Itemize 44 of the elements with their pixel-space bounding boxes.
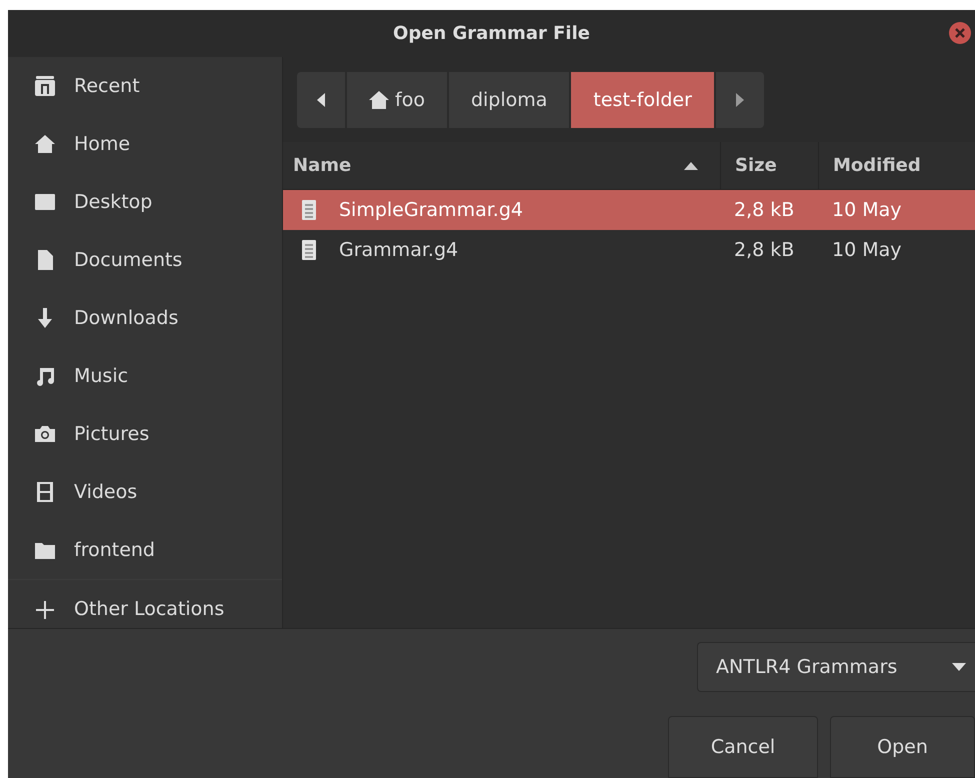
- home-icon: [34, 133, 56, 155]
- file-date: 10 May: [831, 239, 902, 261]
- open-button[interactable]: Open: [830, 716, 975, 778]
- file-row[interactable]: SimpleGrammar.g4 2,8 kB 10 May: [283, 190, 975, 230]
- file-date: 10 May: [831, 199, 902, 221]
- sort-ascending-icon: [684, 162, 698, 170]
- sidebar-item[interactable]: Desktop: [8, 173, 282, 231]
- caret-icon: [951, 662, 967, 672]
- close-button[interactable]: [949, 22, 971, 44]
- column-header[interactable]: Modified: [818, 142, 975, 189]
- sidebar-item[interactable]: Music: [8, 347, 282, 405]
- file-icon: [301, 199, 317, 221]
- recent-icon: [34, 75, 56, 97]
- music-icon: [34, 365, 56, 387]
- column-header[interactable]: Size: [720, 142, 818, 189]
- sidebar-item[interactable]: Documents: [8, 231, 282, 289]
- file-row[interactable]: Grammar.g4 2,8 kB 10 May: [283, 230, 975, 270]
- cancel-button[interactable]: Cancel: [668, 716, 818, 778]
- file-name: SimpleGrammar.g4: [339, 199, 523, 221]
- path-button[interactable]: foo: [347, 72, 447, 128]
- file-size: 2,8 kB: [733, 239, 796, 261]
- home-icon: [369, 90, 389, 108]
- sidebar-item[interactable]: Videos: [8, 463, 282, 521]
- path-button[interactable]: diploma: [448, 72, 570, 128]
- file-icon: [301, 239, 317, 261]
- sidebar-item[interactable]: Recent: [8, 57, 282, 115]
- file-size: 2,8 kB: [733, 199, 796, 221]
- column-header[interactable]: Name: [283, 142, 720, 189]
- film-icon: [34, 481, 56, 503]
- desktop-icon: [34, 191, 56, 213]
- filter-dropdown[interactable]: ANTLR4 Grammars: [697, 642, 975, 692]
- file-name: Grammar.g4: [339, 239, 458, 261]
- sidebar-item[interactable]: frontend: [8, 521, 282, 579]
- sidebar-item[interactable]: Home: [8, 115, 282, 173]
- path-button[interactable]: test-folder: [571, 72, 714, 128]
- right-arrow-icon: [736, 92, 744, 106]
- back-button[interactable]: [297, 72, 345, 128]
- sidebar-item[interactable]: Pictures: [8, 405, 282, 463]
- window-title: Open Grammar File: [393, 23, 590, 44]
- forward-button[interactable]: [716, 72, 764, 128]
- close-icon: [954, 27, 966, 39]
- sidebar-item[interactable]: Downloads: [8, 289, 282, 347]
- left-arrow-icon: [317, 92, 325, 106]
- camera-icon: [34, 423, 56, 445]
